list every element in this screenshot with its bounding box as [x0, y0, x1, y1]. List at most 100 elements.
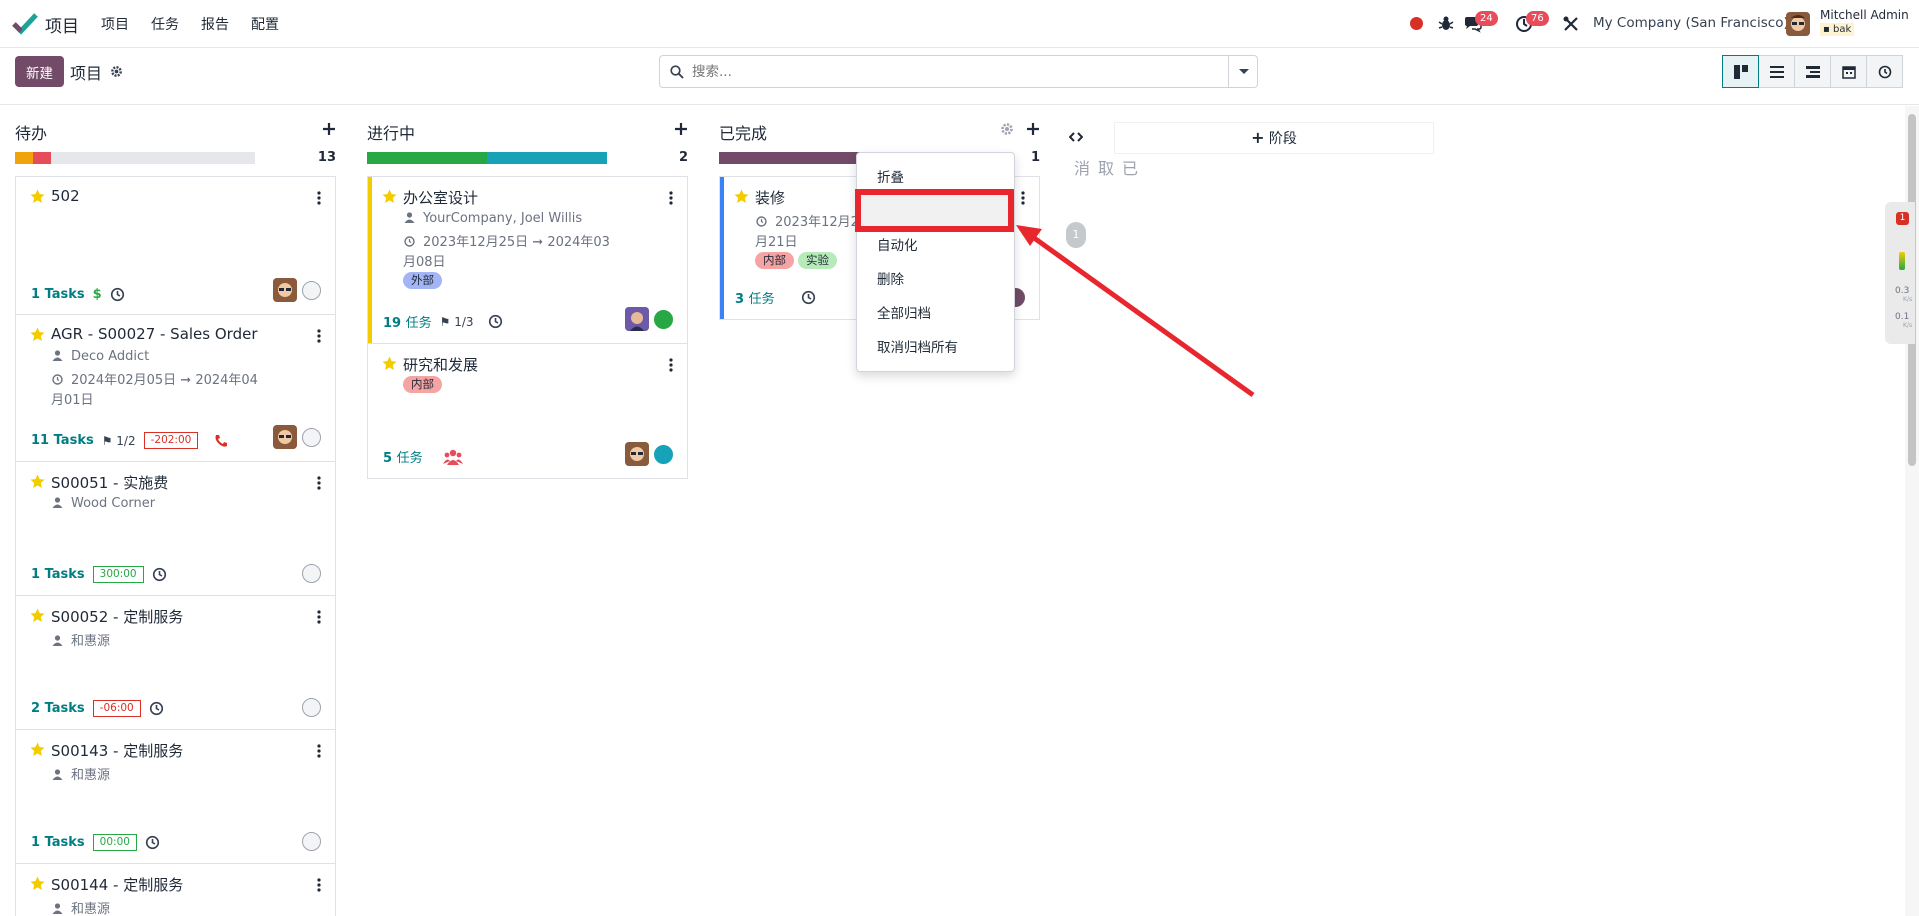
status-circle[interactable] — [302, 427, 321, 447]
card-title: 研究和发展 — [403, 356, 479, 374]
status-circle[interactable] — [654, 444, 673, 464]
favorite-star-icon[interactable] — [734, 189, 749, 204]
status-circle[interactable] — [302, 832, 321, 851]
card-menu-icon[interactable] — [317, 878, 321, 892]
card-menu-icon[interactable] — [317, 610, 321, 624]
menu-item-fold[interactable]: 折叠 — [857, 164, 1014, 192]
tasks-link[interactable]: 2 Tasks — [31, 701, 85, 716]
tasks-link[interactable]: 19 任务 — [383, 312, 432, 331]
milestone[interactable]: ⚑ 1/3 — [440, 315, 474, 329]
tasks-link[interactable]: 11 Tasks — [31, 433, 94, 448]
card-partner: Deco Addict — [52, 349, 149, 364]
recording-indicator[interactable] — [1410, 17, 1423, 30]
avatar[interactable] — [273, 425, 297, 449]
activity-clock-icon[interactable] — [110, 287, 125, 302]
gantt-view-button[interactable] — [1794, 55, 1831, 88]
favorite-star-icon[interactable] — [30, 189, 45, 204]
new-button[interactable]: 新建 — [15, 56, 64, 87]
card-menu-icon[interactable] — [669, 191, 673, 205]
tasks-link[interactable]: 1 Tasks — [31, 567, 85, 582]
user-avatar[interactable] — [1786, 12, 1810, 36]
expand-arrows-icon[interactable] — [1069, 132, 1083, 142]
activity-clock-icon[interactable] — [488, 314, 503, 329]
avatar[interactable] — [273, 278, 297, 302]
user-name[interactable]: Mitchell Admin — [1820, 9, 1909, 22]
tasks-link[interactable]: 1 Tasks — [31, 835, 85, 850]
dollar-icon[interactable]: $ — [93, 287, 102, 302]
add-card-icon[interactable] — [322, 122, 336, 136]
favorite-star-icon[interactable] — [30, 876, 45, 891]
annotation-highlight-box — [855, 189, 1014, 232]
add-card-icon[interactable] — [1026, 122, 1040, 136]
kanban-card[interactable]: S00144 - 定制服务 和惠源 — [15, 863, 336, 916]
kanban-card[interactable]: S00051 - 实施费 Wood Corner 1 Tasks 300:00 — [15, 461, 336, 596]
avatar[interactable] — [625, 307, 649, 331]
menu-tasks[interactable]: 任务 — [151, 14, 179, 34]
menu-projects[interactable]: 项目 — [101, 14, 129, 34]
tasks-link[interactable]: 5 任务 — [383, 447, 423, 466]
column-title[interactable]: 待办 — [15, 120, 47, 144]
menu-item-automation[interactable]: 自动化 — [857, 232, 1014, 260]
phone-icon[interactable] — [214, 434, 228, 448]
favorite-star-icon[interactable] — [30, 327, 45, 342]
menu-reporting[interactable]: 报告 — [201, 14, 229, 34]
company-switcher[interactable]: My Company (San Francisco) — [1593, 15, 1789, 31]
avatar[interactable] — [625, 442, 649, 466]
calendar-view-button[interactable] — [1830, 55, 1867, 88]
column-title[interactable]: 已完成 — [719, 120, 767, 144]
add-card-icon[interactable] — [674, 122, 688, 136]
kanban-card[interactable]: 502 1 Tasks $ — [15, 176, 336, 315]
activity-view-button[interactable] — [1866, 55, 1903, 88]
menu-item-delete[interactable]: 删除 — [857, 266, 1014, 294]
favorite-star-icon[interactable] — [30, 474, 45, 489]
card-title: AGR - S00027 - Sales Order — [51, 325, 258, 343]
card-menu-icon[interactable] — [1021, 191, 1025, 205]
menu-item-archive-all[interactable]: 全部归档 — [857, 300, 1014, 328]
column-progressbar[interactable] — [15, 152, 255, 164]
kanban-view-button[interactable] — [1722, 55, 1759, 88]
milestone[interactable]: ⚑ 1/2 — [102, 434, 136, 448]
kanban-card[interactable]: 研究和发展 内部 5 任务 — [367, 343, 688, 479]
gear-icon[interactable] — [110, 65, 123, 78]
kanban-card[interactable]: S00052 - 定制服务 和惠源 2 Tasks -06:00 — [15, 595, 336, 730]
tasks-label: 任务 — [748, 292, 775, 307]
favorite-star-icon[interactable] — [30, 608, 45, 623]
network-speed-widget[interactable]: 1 0.3 K/s 0.1 K/s — [1885, 202, 1915, 344]
card-menu-icon[interactable] — [317, 476, 321, 490]
card-menu-icon[interactable] — [317, 744, 321, 758]
favorite-star-icon[interactable] — [30, 742, 45, 757]
status-circle[interactable] — [302, 280, 321, 300]
project-app-icon[interactable] — [12, 12, 38, 36]
tasks-link[interactable]: 1 Tasks — [31, 287, 85, 302]
activity-clock-icon[interactable] — [145, 835, 160, 850]
bug-icon[interactable] — [1436, 14, 1456, 34]
status-circle[interactable] — [302, 564, 321, 583]
card-menu-icon[interactable] — [669, 358, 673, 372]
card-menu-icon[interactable] — [317, 191, 321, 205]
app-name[interactable]: 项目 — [45, 12, 79, 37]
search-options-toggle[interactable] — [1228, 56, 1257, 87]
status-circle[interactable] — [654, 309, 673, 329]
column-title[interactable]: 进行中 — [367, 120, 415, 144]
status-circle[interactable] — [302, 698, 321, 717]
kanban-card[interactable]: S00143 - 定制服务 和惠源 1 Tasks 00:00 — [15, 729, 336, 864]
add-stage-button[interactable]: + 阶段 — [1114, 122, 1434, 154]
favorite-star-icon[interactable] — [382, 189, 397, 204]
kanban-card[interactable]: AGR - S00027 - Sales Order Deco Addict 2… — [15, 314, 336, 462]
activity-clock-icon[interactable] — [149, 701, 164, 716]
activity-clock-icon[interactable] — [152, 567, 167, 582]
search-input[interactable] — [692, 62, 1212, 82]
tools-icon[interactable] — [1561, 14, 1581, 34]
list-view-button[interactable] — [1758, 55, 1795, 88]
card-menu-icon[interactable] — [317, 329, 321, 343]
column-gear-icon[interactable] — [1000, 122, 1014, 136]
team-icon[interactable] — [442, 449, 463, 465]
column-progressbar[interactable] — [367, 152, 607, 164]
menu-configuration[interactable]: 配置 — [251, 14, 279, 34]
menu-item-unarchive-all[interactable]: 取消归档所有 — [857, 334, 1014, 362]
activity-clock-icon[interactable] — [801, 290, 816, 305]
tasks-link[interactable]: 3 任务 — [735, 288, 775, 307]
favorite-star-icon[interactable] — [382, 356, 397, 371]
card-title: S00051 - 实施费 — [51, 474, 169, 492]
kanban-card[interactable]: 办公室设计 YourCompany, Joel Willis 2023年12月2… — [367, 176, 688, 344]
